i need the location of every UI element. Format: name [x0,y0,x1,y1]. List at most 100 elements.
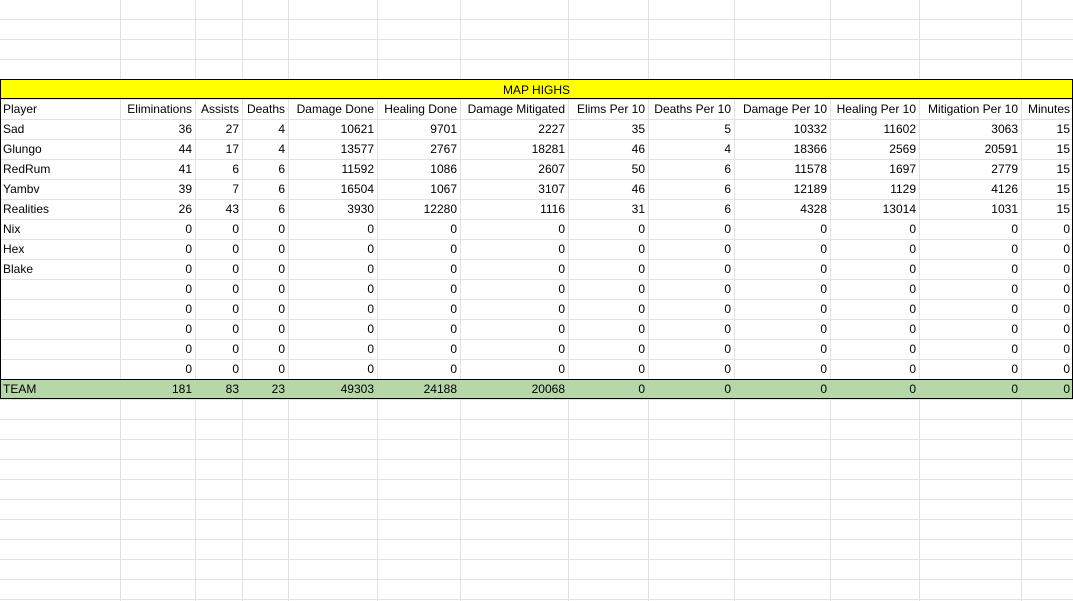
table-cell[interactable]: 1067 [377,179,460,199]
table-cell[interactable]: 3063 [919,119,1021,139]
table-cell[interactable]: 15 [1021,159,1073,179]
table-cell[interactable]: 0 [648,239,734,259]
table-cell[interactable]: 0 [242,359,288,379]
table-cell[interactable]: TEAM [0,379,120,399]
table-cell[interactable]: 0 [648,299,734,319]
table-cell[interactable]: 0 [734,359,830,379]
table-cell[interactable]: 10332 [734,119,830,139]
table-cell[interactable]: 0 [120,359,195,379]
table-cell[interactable]: 26 [120,199,195,219]
table-cell[interactable]: Sad [0,119,120,139]
table-cell[interactable]: 18366 [734,139,830,159]
table-cell[interactable]: 0 [460,219,568,239]
table-cell[interactable]: 23 [242,379,288,399]
table-cell[interactable] [0,319,120,339]
table-cell[interactable]: 0 [120,299,195,319]
table-cell[interactable]: 0 [288,319,377,339]
table-cell[interactable]: 1129 [830,179,919,199]
table-cell[interactable]: 6 [648,199,734,219]
table-cell[interactable]: 0 [568,239,648,259]
table-cell[interactable]: 0 [919,259,1021,279]
table-cell[interactable]: 11592 [288,159,377,179]
table-cell[interactable]: 0 [377,339,460,359]
table-cell[interactable]: 0 [288,219,377,239]
table-cell[interactable]: 0 [195,299,242,319]
table-cell[interactable]: 0 [242,239,288,259]
table-cell[interactable]: 0 [242,279,288,299]
table-cell[interactable]: 0 [830,379,919,399]
table-cell[interactable]: 0 [460,279,568,299]
table-cell[interactable]: 12280 [377,199,460,219]
table-cell[interactable]: 0 [1021,359,1073,379]
table-cell[interactable]: 0 [648,379,734,399]
table-cell[interactable]: Hex [0,239,120,259]
table-cell[interactable]: 0 [288,339,377,359]
table-cell[interactable]: 0 [830,219,919,239]
column-header[interactable]: Damage Done [288,99,377,119]
table-cell[interactable]: 181 [120,379,195,399]
table-cell[interactable] [0,339,120,359]
table-cell[interactable]: 0 [1021,379,1073,399]
table-cell[interactable]: 5 [648,119,734,139]
table-cell[interactable]: 0 [648,219,734,239]
table-cell[interactable]: 15 [1021,119,1073,139]
table-cell[interactable]: 44 [120,139,195,159]
column-header[interactable]: Mitigation Per 10 [919,99,1021,119]
table-cell[interactable]: 0 [120,239,195,259]
table-cell[interactable]: 0 [242,339,288,359]
table-cell[interactable]: 0 [242,299,288,319]
table-cell[interactable]: 0 [648,279,734,299]
table-cell[interactable]: 0 [1021,279,1073,299]
table-cell[interactable]: 0 [568,379,648,399]
table-cell[interactable]: 3107 [460,179,568,199]
table-cell[interactable]: 49303 [288,379,377,399]
table-cell[interactable]: 0 [120,219,195,239]
table-cell[interactable]: 0 [242,319,288,339]
table-cell[interactable]: 1116 [460,199,568,219]
table-cell[interactable]: 0 [648,259,734,279]
table-cell[interactable]: 24188 [377,379,460,399]
table-cell[interactable]: 0 [1021,219,1073,239]
table-cell[interactable]: 0 [734,339,830,359]
table-cell[interactable]: 3930 [288,199,377,219]
table-cell[interactable]: 17 [195,139,242,159]
table-cell[interactable]: 15 [1021,139,1073,159]
table-cell[interactable]: 0 [568,259,648,279]
table-cell[interactable]: 0 [648,359,734,379]
table-cell[interactable]: 0 [195,359,242,379]
table-cell[interactable]: 0 [377,219,460,239]
title-row[interactable]: MAP HIGHS [0,79,1073,99]
table-cell[interactable]: 1031 [919,199,1021,219]
table-cell[interactable]: 16504 [288,179,377,199]
table-cell[interactable]: 0 [120,339,195,359]
table-cell[interactable]: 15 [1021,179,1073,199]
table-cell[interactable]: 0 [734,379,830,399]
table-cell[interactable]: 20068 [460,379,568,399]
table-cell[interactable]: 0 [120,319,195,339]
table-cell[interactable]: 0 [830,259,919,279]
table-cell[interactable]: 0 [195,239,242,259]
table-cell[interactable]: 12189 [734,179,830,199]
table-cell[interactable]: 0 [195,259,242,279]
column-header[interactable]: Healing Per 10 [830,99,919,119]
table-cell[interactable]: 0 [830,279,919,299]
table-cell[interactable] [0,299,120,319]
column-header[interactable]: Damage Mitigated [460,99,568,119]
table-cell[interactable]: Nix [0,219,120,239]
table-cell[interactable]: 0 [919,279,1021,299]
column-header[interactable]: Elims Per 10 [568,99,648,119]
table-cell[interactable]: 20591 [919,139,1021,159]
table-cell[interactable] [0,359,120,379]
table-cell[interactable]: 35 [568,119,648,139]
table-cell[interactable]: 0 [830,239,919,259]
table-cell[interactable]: 10621 [288,119,377,139]
column-header[interactable]: Eliminations [120,99,195,119]
table-cell[interactable]: 7 [195,179,242,199]
table-cell[interactable]: 2569 [830,139,919,159]
table-cell[interactable]: 11602 [830,119,919,139]
table-cell[interactable]: 50 [568,159,648,179]
table-cell[interactable]: 0 [919,239,1021,259]
table-cell[interactable]: 36 [120,119,195,139]
table-cell[interactable]: 0 [460,359,568,379]
table-cell[interactable]: 11578 [734,159,830,179]
